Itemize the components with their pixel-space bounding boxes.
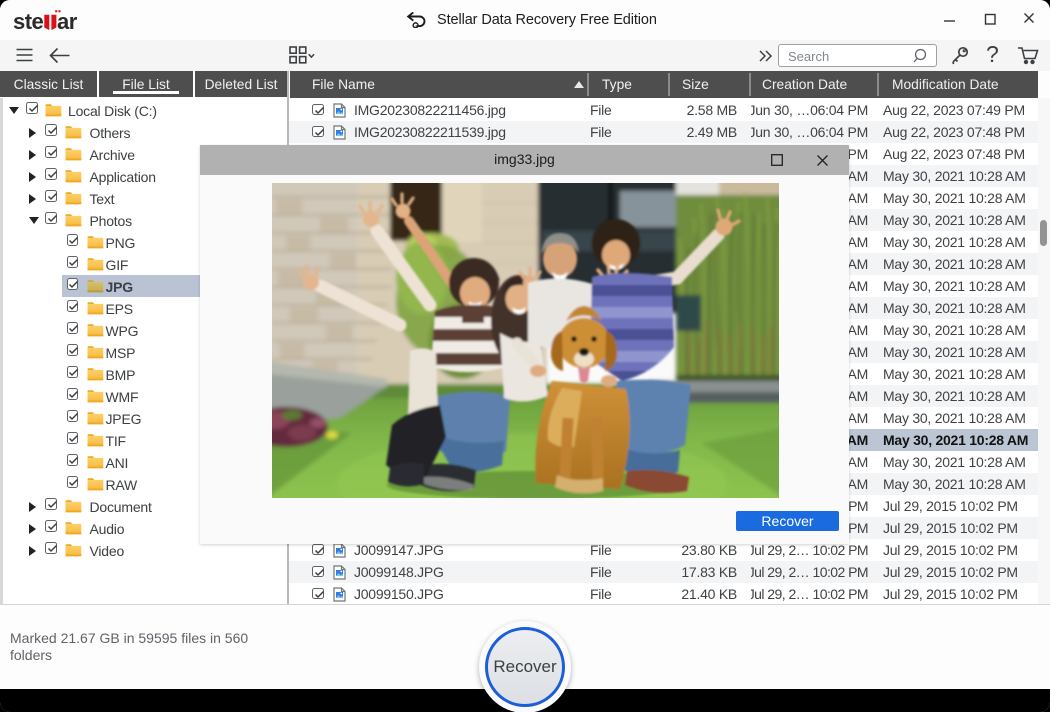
svg-text:ste: ste — [13, 9, 44, 34]
svg-text:ar: ar — [57, 9, 78, 34]
